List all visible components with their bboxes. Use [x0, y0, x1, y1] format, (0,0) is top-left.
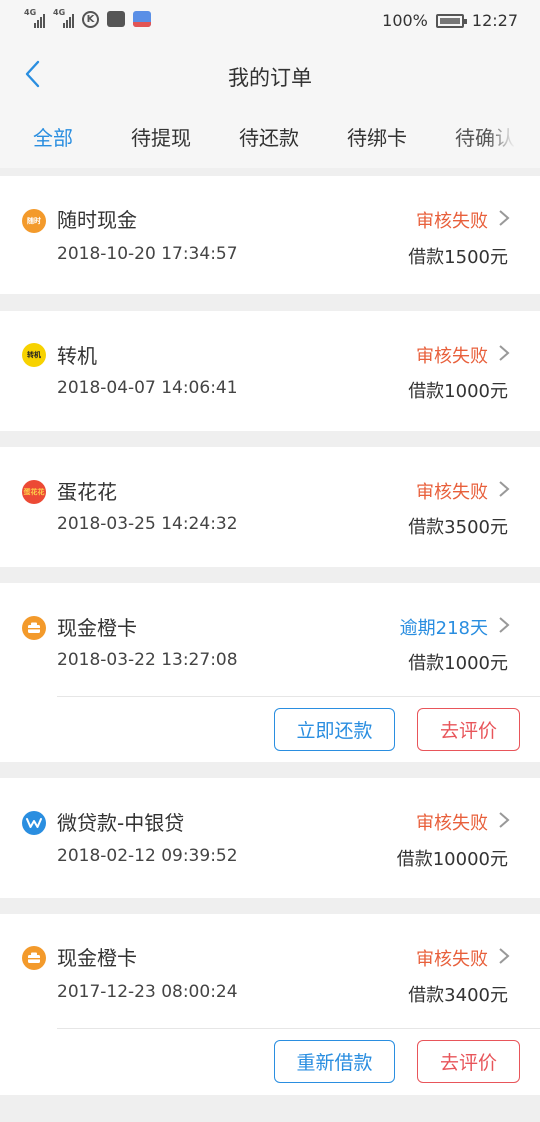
tab-pending-bind-card[interactable]: 待绑卡: [347, 122, 407, 151]
tab-pending-confirm[interactable]: 待确认: [455, 122, 515, 151]
divider: [57, 696, 540, 697]
tab-all[interactable]: 全部: [33, 122, 73, 151]
bank-app-icon: [133, 11, 151, 27]
zhuanji-logo-icon: 转机: [22, 343, 46, 367]
clock: 12:27: [471, 11, 518, 30]
order-card[interactable]: 转机 转机 审核失败 2018-04-07 14:06:41 借款1000元: [0, 311, 540, 431]
order-status: 审核失败: [416, 813, 488, 834]
chevron-right-icon: [499, 481, 510, 497]
order-status: 审核失败: [416, 949, 488, 970]
order-app-name: 微贷款-中银贷: [57, 811, 185, 835]
reborrow-button[interactable]: 重新借款: [274, 1040, 395, 1083]
order-card[interactable]: 现金橙卡 审核失败 2017-12-23 08:00:24 借款3400元 重新…: [0, 914, 540, 1095]
repay-now-button[interactable]: 立即还款: [274, 708, 395, 751]
order-amount: 借款3400元: [408, 985, 508, 1006]
chevron-right-icon: [499, 345, 510, 361]
order-amount: 借款3500元: [408, 517, 508, 538]
order-app-name: 蛋花花: [57, 480, 117, 504]
monitor-app-icon: [107, 11, 125, 27]
order-card[interactable]: 随时 随时现金 审核失败 2018-10-20 17:34:57 借款1500元: [0, 176, 540, 294]
battery-percent: 100%: [382, 11, 428, 30]
order-card[interactable]: 微贷款-中银贷 审核失败 2018-02-12 09:39:52 借款10000…: [0, 778, 540, 898]
review-button[interactable]: 去评价: [417, 708, 520, 751]
xianjin-chengka-logo-icon: [22, 946, 46, 970]
signal-icon: 4G: [24, 8, 45, 28]
danhuahua-logo-icon: 蛋花花: [22, 480, 46, 504]
order-app-name: 现金橙卡: [57, 616, 137, 640]
order-date: 2018-10-20 17:34:57: [57, 244, 238, 264]
order-amount: 借款1000元: [408, 653, 508, 674]
battery-icon: [435, 13, 467, 28]
review-button[interactable]: 去评价: [417, 1040, 520, 1083]
k-app-icon: K: [82, 10, 99, 28]
page-title: 我的订单: [228, 66, 312, 90]
order-app-name: 随时现金: [57, 208, 137, 232]
order-date: 2017-12-23 08:00:24: [57, 982, 238, 1002]
order-date: 2018-03-25 14:24:32: [57, 514, 238, 534]
tab-pending-repay[interactable]: 待还款: [239, 122, 299, 151]
order-date: 2018-03-22 13:27:08: [57, 650, 238, 670]
order-app-name: 转机: [57, 344, 97, 368]
tab-pending-withdraw[interactable]: 待提现: [131, 122, 191, 151]
order-amount: 借款1500元: [408, 247, 508, 268]
order-status: 审核失败: [416, 482, 488, 503]
chevron-right-icon: [499, 812, 510, 828]
order-amount: 借款10000元: [396, 849, 508, 870]
order-card[interactable]: 蛋花花 蛋花花 审核失败 2018-03-25 14:24:32 借款3500元: [0, 447, 540, 567]
xianjin-chengka-logo-icon: [22, 616, 46, 640]
order-date: 2018-02-12 09:39:52: [57, 846, 238, 866]
order-card[interactable]: 现金橙卡 逾期218天 2018-03-22 13:27:08 借款1000元 …: [0, 583, 540, 762]
tab-bar: 全部 待提现 待还款 待绑卡 待确认: [0, 106, 540, 168]
chevron-right-icon: [499, 948, 510, 964]
nav-bar: 我的订单: [0, 42, 540, 106]
chevron-right-icon: [499, 617, 510, 633]
order-amount: 借款1000元: [408, 381, 508, 402]
status-bar: 4G 4G K 100% 12:27: [0, 0, 540, 42]
order-app-name: 现金橙卡: [57, 946, 137, 970]
chevron-right-icon: [499, 210, 510, 226]
order-status: 审核失败: [416, 346, 488, 367]
signal-icon: 4G: [53, 8, 74, 28]
order-status: 审核失败: [416, 211, 488, 232]
weidaikuan-logo-icon: [22, 811, 46, 835]
order-status: 逾期218天: [399, 618, 488, 639]
divider: [57, 1028, 540, 1029]
suishi-xianjin-logo-icon: 随时: [22, 209, 46, 233]
order-date: 2018-04-07 14:06:41: [57, 378, 238, 398]
